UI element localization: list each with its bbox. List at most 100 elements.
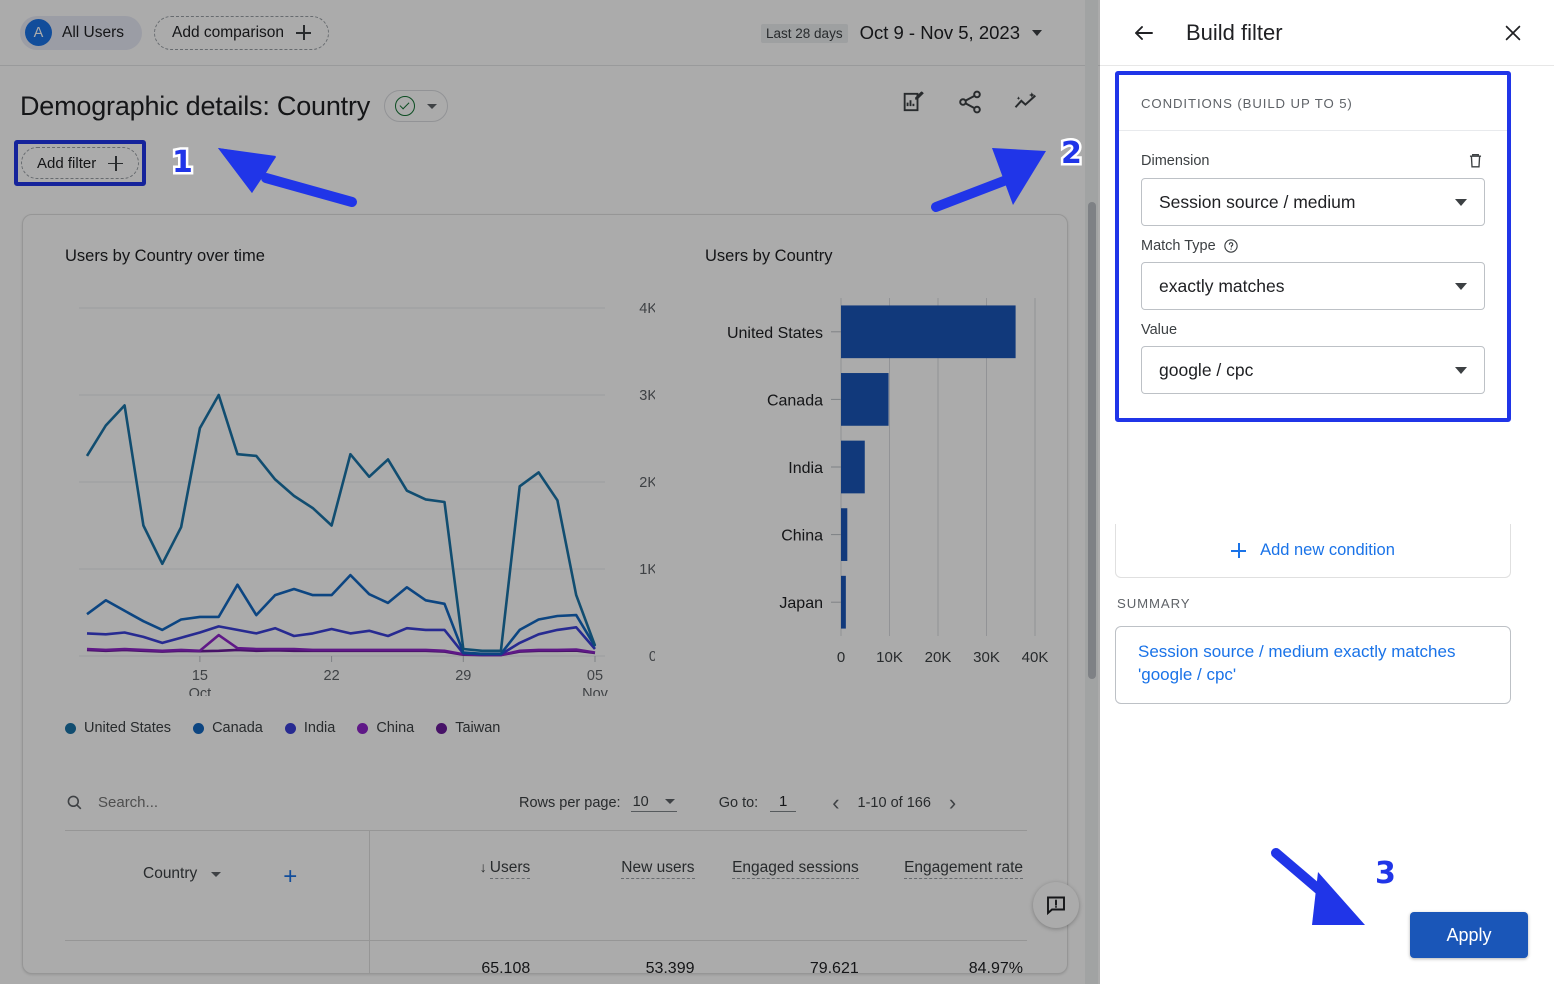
conditions-header: CONDITIONS (BUILD UP TO 5)	[1119, 75, 1507, 131]
legend-label: United States	[84, 720, 171, 736]
y-axis-tick-label: 4K	[639, 301, 655, 317]
close-icon[interactable]	[1502, 22, 1524, 44]
table-row: 65,10853,39979,62184.97%	[65, 941, 1027, 974]
add-filter-highlight: Add filter	[14, 140, 146, 186]
metric-header[interactable]: Engaged sessions	[699, 831, 863, 940]
conditions-card: CONDITIONS (BUILD UP TO 5) Dimension S	[1119, 75, 1507, 418]
legend-item[interactable]: China	[357, 720, 414, 736]
check-circle-icon	[395, 96, 415, 116]
apply-button[interactable]: Apply	[1410, 912, 1528, 958]
chevron-down-icon	[1455, 283, 1467, 290]
report-card: Users by Country over time 01K2K3K4K15Oc…	[22, 214, 1068, 974]
bar-chart: Users by Country 010K20K30K40KUnited Sta…	[705, 247, 1045, 707]
line-chart-title: Users by Country over time	[65, 247, 655, 266]
audience-chip-all-users[interactable]: A All Users	[20, 16, 142, 50]
next-page-button[interactable]: ›	[949, 792, 956, 814]
metric-total-cell: 84.97%	[863, 960, 1027, 974]
goto-label: Go to:	[719, 795, 759, 811]
search-input[interactable]	[98, 794, 428, 811]
metric-headers: ↓UsersNew users Engaged sessionsEngagemen…	[370, 831, 1027, 940]
dimension-field-label: Dimension	[1141, 153, 1466, 169]
match-type-field-label-row: Match Type	[1141, 238, 1485, 254]
bar-chart-title: Users by Country	[705, 247, 1045, 266]
metric-header[interactable]: Engagement rate	[863, 831, 1027, 940]
dimension-select[interactable]: Session source / medium	[1141, 178, 1485, 226]
x-axis-tick-label: 10K	[876, 649, 903, 666]
y-axis-tick-label: 0	[649, 649, 655, 665]
avatar: A	[25, 19, 52, 46]
x-axis-tick-label: 15	[192, 668, 208, 684]
value-select-value: google / cpc	[1159, 360, 1455, 381]
report-scrollbar-thumb[interactable]	[1088, 202, 1096, 679]
y-axis-tick-label: 1K	[639, 562, 655, 578]
chevron-down-icon	[1032, 30, 1042, 36]
y-axis-tick-label: 2K	[639, 475, 655, 491]
legend-item[interactable]: Taiwan	[436, 720, 500, 736]
match-type-select[interactable]: exactly matches	[1141, 262, 1485, 310]
report-scrollbar[interactable]	[1085, 0, 1098, 984]
legend-item[interactable]: Canada	[193, 720, 263, 736]
metric-header-label: Engaged sessions	[732, 859, 859, 879]
add-comparison-button[interactable]: Add comparison	[154, 16, 329, 50]
dimension-selector[interactable]: Country	[143, 865, 221, 883]
dimension-header-cell: Country +	[65, 831, 370, 940]
date-range-picker[interactable]: Last 28 days Oct 9 - Nov 5, 2023	[761, 0, 1042, 66]
report-area: A All Users Add comparison Last 28 days …	[0, 0, 1100, 984]
goto-page: Go to: 1	[719, 793, 797, 812]
search-box[interactable]	[65, 793, 475, 812]
prev-page-button[interactable]: ‹	[832, 792, 839, 814]
legend-color-dot	[436, 723, 447, 734]
share-icon[interactable]	[956, 88, 984, 116]
legend-label: China	[376, 720, 414, 736]
date-range-label: Oct 9 - Nov 5, 2023	[860, 22, 1020, 44]
x-axis-tick-label: 20K	[925, 649, 952, 666]
x-axis-month-label: Oct	[189, 686, 212, 696]
comparison-topbar: A All Users Add comparison Last 28 days …	[0, 0, 1100, 66]
panel-header: Build filter	[1100, 0, 1554, 66]
feedback-button[interactable]	[1033, 882, 1079, 928]
data-table: Country + ↓UsersNew users Engaged session…	[65, 831, 1027, 974]
metric-header[interactable]: New users	[534, 831, 698, 940]
metric-total-cell: 53,399	[534, 960, 698, 974]
insights-icon[interactable]	[1012, 88, 1040, 116]
rows-per-page-select[interactable]: 10	[631, 794, 677, 812]
pagination-range: 1-10 of 166	[858, 795, 931, 811]
bar	[841, 576, 846, 629]
add-dimension-button[interactable]: +	[283, 865, 297, 889]
condition-fields: Dimension Session source / medium	[1119, 131, 1507, 418]
report-actions	[900, 88, 1040, 116]
value-field-label-row: Value	[1141, 322, 1485, 338]
x-axis-tick-label: 22	[324, 668, 340, 684]
metric-total-cell: 65,108	[370, 960, 534, 974]
x-axis-tick-label: 0	[837, 649, 845, 666]
bar	[841, 508, 847, 561]
legend-item[interactable]: India	[285, 720, 335, 736]
add-filter-label: Add filter	[37, 155, 96, 172]
bar-category-label: Canada	[767, 392, 823, 409]
sort-desc-icon: ↓	[480, 859, 487, 875]
bar-category-label: Japan	[779, 595, 823, 612]
add-filter-wrapper: Add filter	[14, 140, 146, 186]
chevron-down-icon	[427, 104, 437, 109]
add-filter-button[interactable]: Add filter	[21, 147, 139, 179]
chevron-down-icon	[665, 799, 675, 804]
pagination: ‹ 1-10 of 166 ›	[832, 792, 956, 814]
value-select[interactable]: google / cpc	[1141, 346, 1485, 394]
back-arrow-icon[interactable]	[1132, 21, 1156, 45]
report-status-dropdown[interactable]	[384, 90, 448, 122]
dimension-field-label-row: Dimension	[1141, 151, 1485, 170]
x-axis-tick-label: 30K	[973, 649, 1000, 666]
search-icon	[65, 793, 84, 812]
rows-per-page: Rows per page: 10	[519, 794, 677, 812]
goto-input[interactable]: 1	[770, 793, 796, 812]
delete-condition-icon[interactable]	[1466, 151, 1485, 170]
page-title-row: Demographic details: Country	[20, 90, 448, 122]
add-new-condition-button[interactable]: Add new condition	[1115, 524, 1511, 578]
match-type-select-value: exactly matches	[1159, 276, 1455, 297]
dimension-cell	[65, 941, 370, 974]
metric-header[interactable]: ↓Users	[370, 831, 534, 940]
legend-item[interactable]: United States	[65, 720, 171, 736]
help-icon[interactable]	[1223, 238, 1239, 254]
customize-report-icon[interactable]	[900, 88, 928, 116]
chart-legend: United States Canada India China Taiwan	[65, 720, 500, 736]
